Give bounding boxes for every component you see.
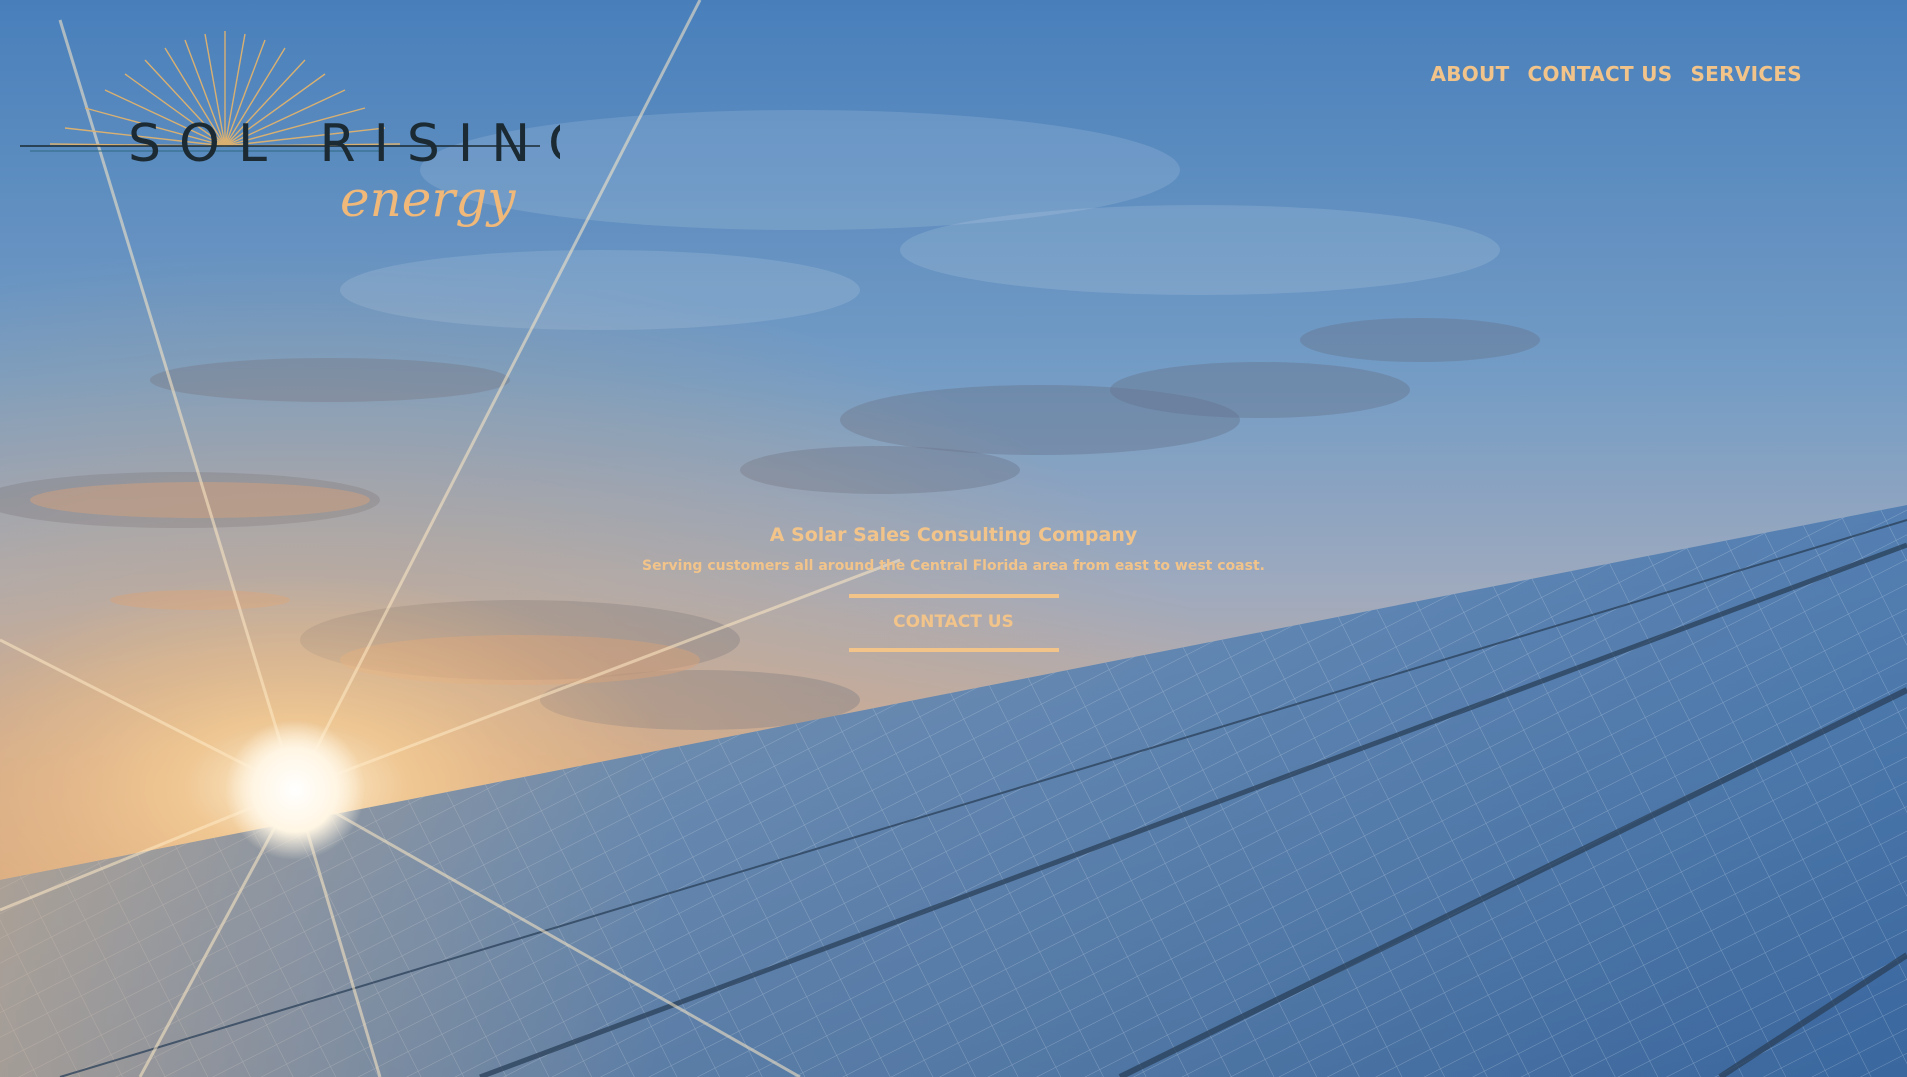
main-nav: ABOUT CONTACT US SERVICES bbox=[1430, 62, 1802, 86]
sol-rising-energy-logo[interactable]: SOL RISING energy bbox=[0, 26, 560, 266]
sun-rays-icon: SOL RISING energy bbox=[20, 31, 560, 228]
nav-about-link[interactable]: ABOUT bbox=[1430, 62, 1509, 86]
logo-wordmark-top: SOL RISING bbox=[128, 114, 560, 174]
logo-wordmark-bottom: energy bbox=[340, 170, 516, 228]
hero-subtitle: Serving customers all around the Central… bbox=[642, 558, 1265, 574]
hero-content: A Solar Sales Consulting Company Serving… bbox=[0, 524, 1907, 652]
nav-contact-us-link[interactable]: CONTACT US bbox=[1528, 62, 1673, 86]
hero-title: A Solar Sales Consulting Company bbox=[769, 524, 1138, 546]
contact-us-button[interactable]: CONTACT US bbox=[848, 594, 1059, 652]
hero-section: SOL RISING energy ABOUT CONTACT US SERVI… bbox=[0, 0, 1907, 1077]
nav-services-link[interactable]: SERVICES bbox=[1690, 62, 1802, 86]
